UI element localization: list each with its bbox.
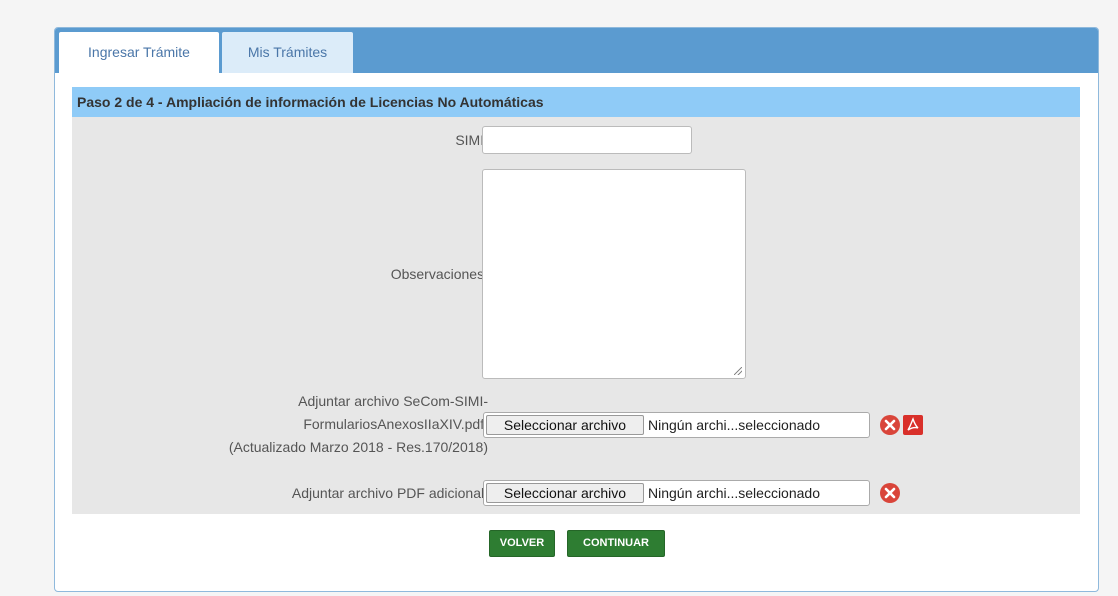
tab-ingresar-tramite[interactable]: Ingresar Trámite bbox=[58, 31, 220, 73]
adjunto1-file-input[interactable]: Seleccionar archivo Ningún archi...selec… bbox=[483, 412, 870, 438]
simi-input[interactable] bbox=[482, 126, 692, 154]
volver-button[interactable]: VOLVER bbox=[489, 530, 555, 557]
resize-handle-icon[interactable] bbox=[734, 367, 742, 375]
adjunto1-label-line1: Adjuntar archivo SeCom-SIMI- bbox=[298, 393, 488, 409]
adjunto2-label: Adjuntar archivo PDF adicional: bbox=[291, 485, 488, 501]
section-title: Paso 2 de 4 - Ampliación de información … bbox=[72, 87, 1080, 117]
tab-bar: Ingresar Trámite Mis Trámites bbox=[55, 28, 1098, 73]
adjunto1-select-button[interactable]: Seleccionar archivo bbox=[486, 415, 644, 435]
adjunto2-status: Ningún archi...seleccionado bbox=[648, 485, 820, 501]
remove-circle-icon[interactable] bbox=[880, 483, 900, 503]
adjunto1-label-line3: (Actualizado Marzo 2018 - Res.170/2018) bbox=[228, 439, 488, 455]
adjunto2-file-input[interactable]: Seleccionar archivo Ningún archi...selec… bbox=[483, 480, 870, 506]
adjunto2-select-button[interactable]: Seleccionar archivo bbox=[486, 483, 644, 503]
continuar-button[interactable]: CONTINUAR bbox=[567, 530, 665, 557]
adjunto1-label-line2: FormulariosAnexosIIaXIV.pdf: bbox=[303, 416, 488, 432]
tab-mis-tramites[interactable]: Mis Trámites bbox=[221, 31, 354, 73]
remove-circle-icon[interactable] bbox=[880, 415, 900, 435]
form-section: Paso 2 de 4 - Ampliación de información … bbox=[72, 87, 1080, 514]
pdf-file-icon[interactable] bbox=[903, 415, 923, 435]
observaciones-textarea[interactable] bbox=[482, 169, 746, 379]
adjunto1-status: Ningún archi...seleccionado bbox=[648, 417, 820, 433]
main-panel: Ingresar Trámite Mis Trámites Paso 2 de … bbox=[54, 27, 1099, 592]
observaciones-label: Observaciones: bbox=[390, 266, 488, 282]
